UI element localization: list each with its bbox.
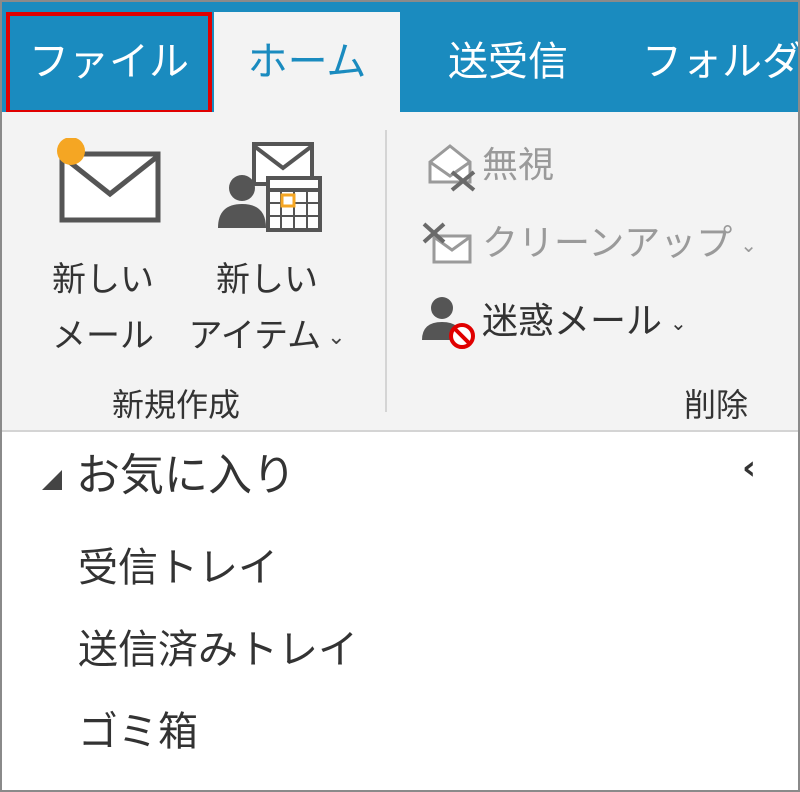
- chevron-down-icon: ⌄: [327, 324, 346, 350]
- contact-calendar-icon: [218, 142, 322, 232]
- junk-user-block-icon: [422, 294, 482, 350]
- chevron-down-icon: ⌄: [670, 311, 687, 335]
- folder-inbox[interactable]: 受信トレイ: [78, 540, 278, 596]
- junk-button[interactable]: 迷惑メール ⌄: [422, 294, 687, 350]
- new-item-label-1: 新しい: [216, 260, 318, 300]
- ignore-label: 無視: [482, 145, 555, 186]
- ignore-envelope-icon: [422, 138, 482, 194]
- favorites-header[interactable]: お気に入り: [40, 444, 296, 510]
- cleanup-button[interactable]: クリーンアップ ⌄: [422, 216, 757, 272]
- tab-send-receive[interactable]: 送受信: [448, 12, 568, 112]
- ribbon-tab-bar: ファイル ホーム 送受信 フォルダー: [2, 2, 798, 114]
- collapse-pane-icon[interactable]: ‹: [732, 448, 766, 488]
- ignore-button[interactable]: 無視: [422, 138, 554, 194]
- outlook-window: ファイル ホーム 送受信 フォルダー 新しい メール: [0, 0, 800, 792]
- folder-pane: お気に入り ‹ 受信トレイ 送信済みトレイ ゴミ箱: [2, 432, 798, 790]
- junk-label: 迷惑メール: [482, 301, 663, 342]
- new-badge: [57, 137, 85, 165]
- tab-home[interactable]: ホーム: [214, 12, 400, 112]
- cleanup-envelope-icon: [422, 216, 482, 272]
- group-label-new: 新規作成: [112, 386, 241, 424]
- new-item-label-2: アイテム: [188, 316, 322, 356]
- new-item-label-2-row: アイテム ⌄: [174, 308, 360, 366]
- expand-triangle-icon: [40, 446, 64, 510]
- tab-file[interactable]: ファイル: [6, 14, 212, 110]
- new-mail-label-2: メール: [52, 316, 154, 356]
- chevron-down-icon: ⌄: [740, 233, 757, 257]
- group-label-delete: 削除: [684, 386, 749, 424]
- cleanup-label: クリーンアップ: [482, 223, 733, 264]
- favorites-label: お気に入り: [76, 450, 296, 501]
- tab-folder[interactable]: フォルダー: [642, 12, 798, 112]
- new-item-button[interactable]: 新しい アイテム ⌄: [174, 138, 360, 366]
- group-separator: [385, 130, 387, 412]
- folder-sent[interactable]: 送信済みトレイ: [78, 622, 358, 678]
- ribbon-home: 新しい メール 新しい アイテム ⌄ 新規作成 無視 クリーンアップ ⌄ 迷惑メ…: [2, 112, 798, 432]
- new-mail-button[interactable]: 新しい メール: [38, 137, 168, 364]
- envelope-icon: [57, 137, 161, 223]
- folder-trash[interactable]: ゴミ箱: [78, 704, 198, 760]
- new-mail-label-1: 新しい: [52, 260, 154, 300]
